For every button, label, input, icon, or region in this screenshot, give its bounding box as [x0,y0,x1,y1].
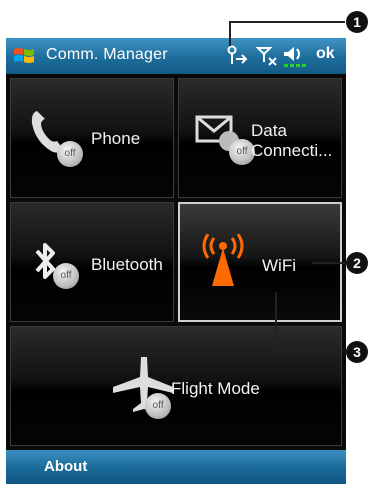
callout-3: 3 [346,341,368,363]
callout-lines [229,21,345,353]
callout-2: 2 [346,252,368,274]
callout-1: 1 [346,11,368,33]
